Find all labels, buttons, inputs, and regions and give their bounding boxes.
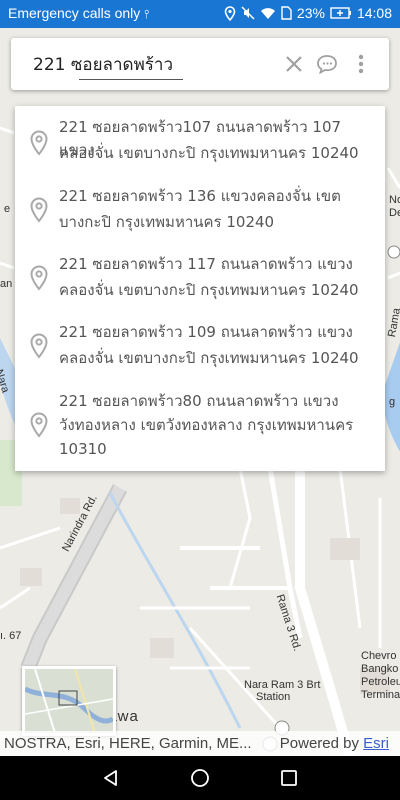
attribution-bar: NOSTRA, Esri, HERE, Garmin, ME... Powere… [0,731,400,756]
usb-icon: ⫯ [144,7,150,21]
attribution-text: NOSTRA, Esri, HERE, Garmin, ME... [4,735,252,752]
map-label-g: g [389,396,396,408]
map-label-no: No [389,194,400,206]
close-icon [286,56,302,72]
menu-button[interactable] [348,51,374,77]
clock: 14:08 [356,5,392,21]
location-pin-icon [30,130,48,156]
map-label-nara-ram: Nara Ram 3 Brt [244,679,321,691]
suggestion-line-2: คลองจั่น เขตบางกะปิ กรุงเทพมหานคร 10240 [59,349,359,367]
status-bar: Emergency calls only ⫯ 23% 14:08 [0,0,400,28]
map-label-chevron-3: Petroleu [361,676,400,688]
wifi-icon [260,7,275,19]
map-label-e: e [4,203,11,215]
map-label-de: De [389,207,400,219]
suggestion-line-2: คลองจั่น เขตบางกะปิ กรุงเทพมหานคร 10240 [59,281,359,299]
suggestion-line-3: 10310 [59,440,107,458]
map-label-soi67: ı. 67 [0,630,22,642]
mute-icon [241,6,255,20]
battery-percent: 23% [296,5,325,21]
suggestion-item[interactable]: 221 ซอยลาดพร้าว107 ถนนลาดพร้าว 107 แขวง … [15,116,385,172]
more-vert-icon [358,54,364,74]
back-button[interactable] [97,765,125,791]
suggestions-list: 221 ซอยลาดพร้าว107 ถนนลาดพร้าว 107 แขวง … [15,106,385,471]
suggestion-item[interactable]: 221 ซอยลาดพร้าว 136 แขวงคลองจั่น เขต บาง… [15,185,385,241]
suggestion-line-1: 221 ซอยลาดพร้าว 117 ถนนลาดพร้าว แขวง [59,255,353,273]
search-underline [79,79,183,80]
suggestion-item[interactable]: 221 ซอยลาดพร้าว 117 ถนนลาดพร้าว แขวง คลอ… [15,253,385,309]
carrier-text: Emergency calls only ⫯ [8,5,150,21]
overview-map-thumbnail[interactable] [22,666,116,736]
map-label-chevron-4: Termina [361,689,400,701]
location-pin-icon [30,333,48,359]
search-input[interactable] [33,52,283,76]
android-nav-bar [0,756,400,800]
suggestion-line-2: บางกะปิ กรุงเทพมหานคร 10240 [59,213,275,231]
overview-map-image [25,669,113,733]
powered-by-label: Powered by [279,735,359,752]
speech-bubble-icon [317,55,337,74]
suggestion-item[interactable]: 221 ซอยลาดพร้าว 109 ถนนลาดพร้าว แขวง คลอ… [15,321,385,377]
sim-icon [281,6,292,20]
suggestion-line-1: 221 ซอยลาดพร้าว80 ถนนลาดพร้าว แขวง [59,392,339,410]
home-circle-icon [191,769,209,787]
location-icon [224,5,236,21]
suggestion-line-1: 221 ซอยลาดพร้าว 136 แขวงคลองจั่น เขต [59,187,341,205]
powered-by: Powered by Esri [280,735,389,752]
recents-square-icon [281,770,297,786]
map-label-station: Station [256,691,291,703]
suggestion-line-2: วังทองหลาง เขตวังทองหลาง กรุงเทพมหานคร [59,416,354,434]
suggestion-item[interactable]: 221 ซอยลาดพร้าว80 ถนนลาดพร้าว แขวง วังทอ… [15,390,385,468]
esri-link[interactable]: Esri [363,735,389,752]
suggestion-line-2: คลองจั่น เขตบางกะปิ กรุงเทพมหานคร 10240 [59,144,359,162]
clear-button[interactable] [281,51,307,77]
map-label-chevron-1: Chevro [361,650,397,662]
location-pin-icon [30,412,48,438]
recents-button[interactable] [275,765,303,791]
search-bar [11,38,389,90]
location-pin-icon [30,197,48,223]
back-triangle-icon [104,770,117,786]
map-label-chevron-2: Bangko [361,663,399,675]
location-pin-icon [30,265,48,291]
home-button[interactable] [186,765,214,791]
voice-search-button[interactable] [314,51,340,77]
suggestion-line-1: 221 ซอยลาดพร้าว 109 ถนนลาดพร้าว แขวง [59,323,353,341]
status-icons: 23% 14:08 [224,5,392,21]
battery-icon [330,7,351,19]
map-label-an: an [0,278,13,290]
